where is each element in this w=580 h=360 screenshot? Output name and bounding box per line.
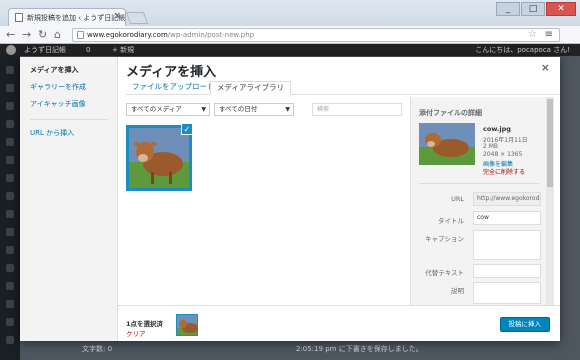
browser-tab[interactable]: 新規投稿を追加 ‹ ようず日記帳 × <box>8 8 126 26</box>
modal-close-icon[interactable]: × <box>541 61 550 74</box>
label-title: タイトル <box>438 217 464 225</box>
media-modal: メディアを挿入 ギャラリーを作成 アイキャッチ画像 URL から挿入 メディアを… <box>20 57 560 341</box>
wordpress-logo-icon[interactable] <box>6 45 16 55</box>
cow-image <box>177 315 197 335</box>
label-alt-text: 代替テキスト <box>425 269 464 277</box>
attachment-details-panel: 添付ファイルの詳細 cow.jpg 2016年1月11日 2 MB 2048 ×… <box>410 97 546 305</box>
menu-featured-image[interactable]: アイキャッチ画像 <box>30 99 86 109</box>
admin-bar-greeting[interactable]: こんにちは、pocapoca さん! <box>475 44 570 56</box>
scrollbar-thumb[interactable] <box>547 99 553 187</box>
label-description: 説明 <box>451 287 464 295</box>
window-close-button[interactable]: ✕ <box>546 2 576 16</box>
alt-text-field[interactable] <box>473 264 541 278</box>
filter-media-type[interactable]: すべてのメディア ▼ <box>126 103 210 116</box>
page-info-icon <box>77 31 84 39</box>
tab-upload-files[interactable]: ファイルをアップロード <box>126 81 221 95</box>
page-icon <box>15 13 23 22</box>
caption-field[interactable] <box>473 230 541 260</box>
filter-date[interactable]: すべての日付 ▼ <box>214 103 294 116</box>
selection-thumbnail[interactable] <box>176 314 198 336</box>
selected-check-icon[interactable]: ✓ <box>181 123 193 135</box>
maximize-button[interactable]: □ <box>521 2 545 16</box>
address-bar[interactable]: www.egokorodiary.com/wp-admin/post-new.p… <box>72 28 560 42</box>
modal-title: メディアを挿入 <box>126 65 217 80</box>
url-host: www.egokorodiary.com <box>87 31 168 39</box>
admin-bar-comments[interactable]: 0 <box>86 44 90 56</box>
media-toolbar-footer: 1点を選択済 クリア 投稿に挿入 <box>118 305 560 341</box>
url-path: /wp-admin/post-new.php <box>167 31 255 39</box>
selection-count: 1点を選択済 <box>126 320 164 328</box>
details-thumbnail <box>419 123 475 165</box>
label-url: URL <box>451 195 464 203</box>
tab-close-icon[interactable]: × <box>113 11 121 21</box>
wp-admin-sidebar <box>0 56 20 360</box>
admin-bar-new[interactable]: + 新規 <box>112 44 134 56</box>
media-modal-menu: メディアを挿入 ギャラリーを作成 アイキャッチ画像 URL から挿入 <box>20 57 118 341</box>
menu-divider <box>30 119 108 120</box>
admin-bar-site-name[interactable]: ようず日記帳 <box>24 44 66 56</box>
cow-image <box>129 128 189 188</box>
filter-date-value: すべての日付 <box>219 105 258 113</box>
draft-saved-status: 2:05:19 pm に下書きを保存しました。 <box>296 345 423 353</box>
filter-media-type-value: すべてのメディア <box>131 105 182 113</box>
label-caption: キャプション <box>425 235 464 243</box>
browser-toolbar: ← → ↻ ⌂ www.egokorodiary.com/wp-admin/po… <box>0 26 580 44</box>
bookmark-star-icon[interactable]: ☆ <box>528 29 537 41</box>
media-router-tabs: ファイルをアップロード メディアライブラリ <box>126 79 560 95</box>
chevron-down-icon: ▼ <box>201 106 206 113</box>
tab-media-library[interactable]: メディアライブラリ <box>210 81 291 95</box>
window-controls: _ □ ✕ <box>496 2 576 16</box>
details-divider <box>419 183 539 184</box>
details-scrollbar[interactable] <box>546 97 554 305</box>
details-filename: cow.jpg <box>483 125 511 133</box>
wp-admin-bar: ようず日記帳 0 + 新規 こんにちは、pocapoca さん! <box>0 44 580 56</box>
new-tab-button[interactable] <box>125 12 149 24</box>
details-filesize: 2 MB <box>483 143 499 150</box>
forward-icon[interactable]: → <box>22 28 31 42</box>
menu-icon[interactable]: ≡ <box>545 29 553 41</box>
clear-selection-link[interactable]: クリア <box>126 328 146 338</box>
url-field[interactable]: http://www.egokorodiary. <box>473 192 541 206</box>
tab-title: 新規投稿を追加 ‹ ようず日記帳 <box>27 14 126 22</box>
menu-insert-from-url[interactable]: URL から挿入 <box>30 128 74 138</box>
chevron-down-icon: ▼ <box>285 106 290 113</box>
home-icon[interactable]: ⌂ <box>54 28 61 42</box>
delete-permanently-link[interactable]: 完全に削除する <box>483 167 525 176</box>
reload-icon[interactable]: ↻ <box>38 28 47 42</box>
cow-image <box>419 123 475 165</box>
insert-into-post-button[interactable]: 投稿に挿入 <box>499 317 550 332</box>
menu-insert-media[interactable]: メディアを挿入 <box>30 65 79 75</box>
minimize-button[interactable]: _ <box>496 2 520 16</box>
back-icon[interactable]: ← <box>6 28 15 42</box>
media-search-input[interactable]: 検索 <box>312 103 402 116</box>
details-dimensions: 2048 × 1365 <box>483 151 523 158</box>
description-field[interactable] <box>473 282 541 304</box>
word-count: 文字数: 0 <box>82 345 113 353</box>
menu-create-gallery[interactable]: ギャラリーを作成 <box>30 82 86 92</box>
title-field[interactable]: cow <box>473 211 541 225</box>
details-heading: 添付ファイルの詳細 <box>419 109 482 117</box>
